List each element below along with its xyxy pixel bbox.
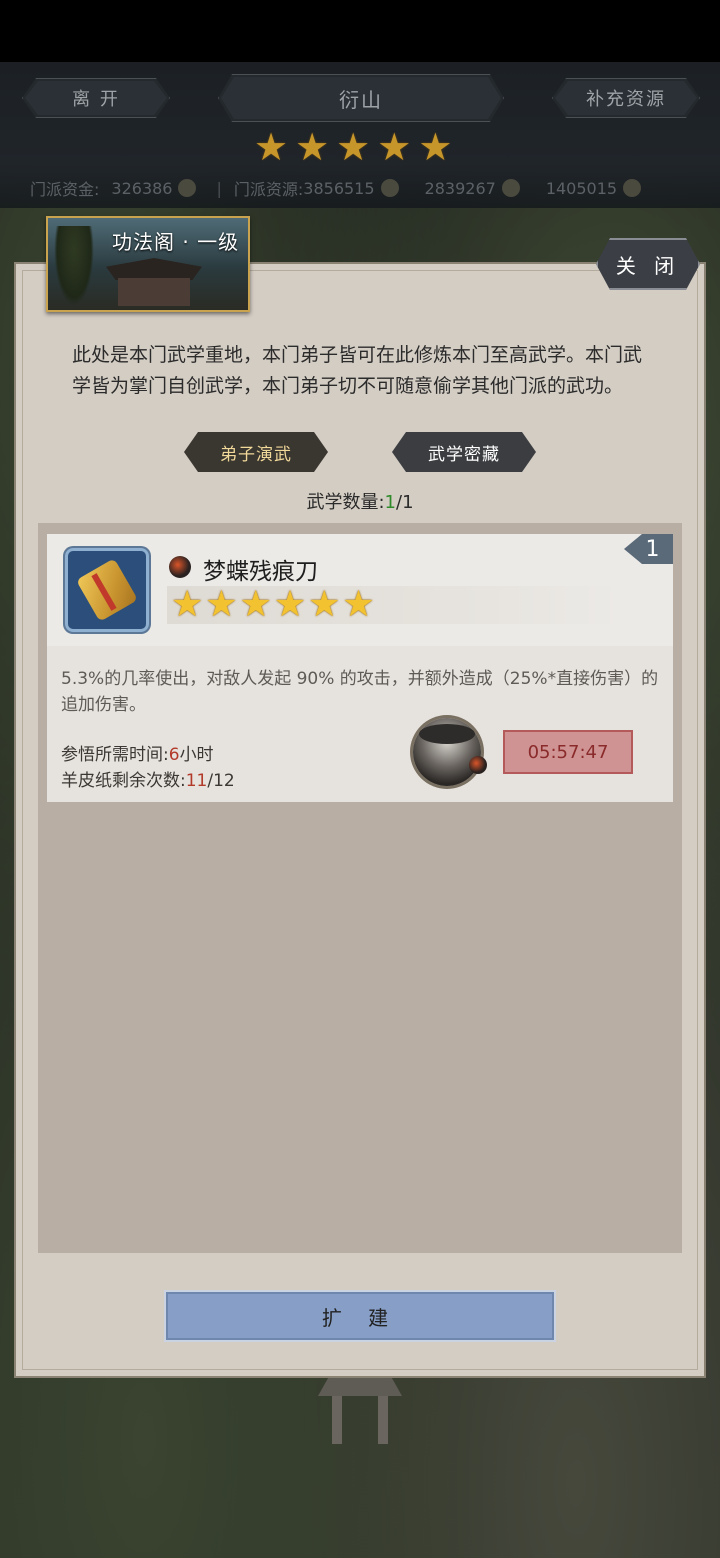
replenish-label: 补充资源 xyxy=(586,89,666,110)
timer-text: 05:57:47 xyxy=(527,741,609,763)
star-icon: ★ xyxy=(418,125,453,169)
scroll-body xyxy=(75,558,139,622)
parchment-label: 羊皮纸剩余次数: xyxy=(61,771,186,791)
status-bar xyxy=(0,0,720,62)
gate-post xyxy=(378,1396,388,1444)
close-button[interactable]: 关 闭 xyxy=(596,238,700,290)
panel-title: 功法阁 · 一级 xyxy=(112,230,240,254)
countdown-timer-button[interactable]: 05:57:47 xyxy=(503,730,633,774)
skill-stars: ★ ★ ★ ★ ★ ★ xyxy=(171,586,375,624)
skill-effect: 5.3%的几率使出，对敌人发起 90% 的攻击，并额外造成（25%*直接伤害）的… xyxy=(61,669,659,715)
divider: | xyxy=(216,178,222,198)
parchment-total: /12 xyxy=(207,771,235,791)
replenish-resources-button[interactable]: 补充资源 xyxy=(552,78,700,118)
expand-label: 扩 建 xyxy=(321,1305,399,1330)
tab-disciple-practice[interactable]: 弟子演武 xyxy=(184,432,328,472)
pavilion-roof xyxy=(106,258,202,280)
materials-label: 门派资源: xyxy=(233,180,304,199)
star-icon: ★ xyxy=(254,125,289,169)
close-label: 关 闭 xyxy=(615,253,681,278)
iron-icon xyxy=(623,179,642,197)
skill-count: 武学数量:1/1 xyxy=(0,488,720,514)
sect-name: 衍山 xyxy=(339,87,383,112)
star-icon: ★ xyxy=(295,125,330,169)
blade-type-icon xyxy=(469,756,487,774)
gate-roof xyxy=(318,1378,402,1396)
resource4-value: 1405015 xyxy=(545,178,618,198)
star-icon: ★ xyxy=(273,584,307,625)
sect-rating-stars: ★ ★ ★ ★ ★ xyxy=(254,128,452,166)
tree-illustration xyxy=(54,226,94,306)
coin-icon xyxy=(178,179,197,197)
tab-label: 武学密藏 xyxy=(428,444,500,465)
scroll-icon xyxy=(65,548,149,632)
star-icon: ★ xyxy=(342,584,375,625)
star-icon: ★ xyxy=(171,584,204,625)
tab-label: 弟子演武 xyxy=(220,444,292,465)
hat-icon xyxy=(419,724,475,744)
skill-card[interactable]: 1 梦蝶残痕刀 ★ ★ ★ ★ ★ ★ 5.3%的几率使出，对敌人发起 90% … xyxy=(47,534,673,802)
materials-value: 3856515 xyxy=(303,178,375,198)
pavilion-hall xyxy=(118,278,190,306)
star-icon: ★ xyxy=(308,584,341,625)
wood-icon xyxy=(501,179,520,197)
material-icon xyxy=(380,179,399,197)
time-value: 6 xyxy=(168,745,180,765)
resource3-value: 2839267 xyxy=(424,178,496,198)
parchment-value: 11 xyxy=(185,771,208,791)
star-icon: ★ xyxy=(336,125,371,169)
comprehension-time: 参悟所需时间:6小时 xyxy=(61,740,214,765)
count-total: /1 xyxy=(396,492,414,513)
time-unit: 小时 xyxy=(179,745,214,765)
blade-type-icon xyxy=(169,556,191,578)
time-label: 参悟所需时间: xyxy=(61,745,169,765)
count-current: 1 xyxy=(384,492,396,513)
leave-label: 离 开 xyxy=(72,89,120,110)
count-label: 武学数量: xyxy=(306,492,385,513)
funds-value: 326386 xyxy=(111,178,173,198)
gate-post xyxy=(332,1396,342,1444)
sect-name-plate: 衍山 xyxy=(218,74,504,122)
star-icon: ★ xyxy=(239,584,272,625)
tab-martial-archive[interactable]: 武学密藏 xyxy=(392,432,536,472)
star-icon: ★ xyxy=(205,584,238,625)
resource-row: 门派资金: 326386 | 门派资源: 3856515 2839267 140… xyxy=(30,176,710,200)
parchment-remaining: 羊皮纸剩余次数:11/12 xyxy=(61,766,235,791)
funds-label: 门派资金: xyxy=(30,180,100,199)
leave-button[interactable]: 离 开 xyxy=(22,78,170,118)
panel-description: 此处是本门武学重地，本门弟子皆可在此修炼本门至高武学。本门武学皆为掌门自创武学，… xyxy=(72,344,643,397)
skill-name: 梦蝶残痕刀 xyxy=(203,559,318,585)
expand-button[interactable]: 扩 建 xyxy=(164,1290,556,1342)
gate-building xyxy=(318,1378,402,1444)
star-icon: ★ xyxy=(377,125,412,169)
